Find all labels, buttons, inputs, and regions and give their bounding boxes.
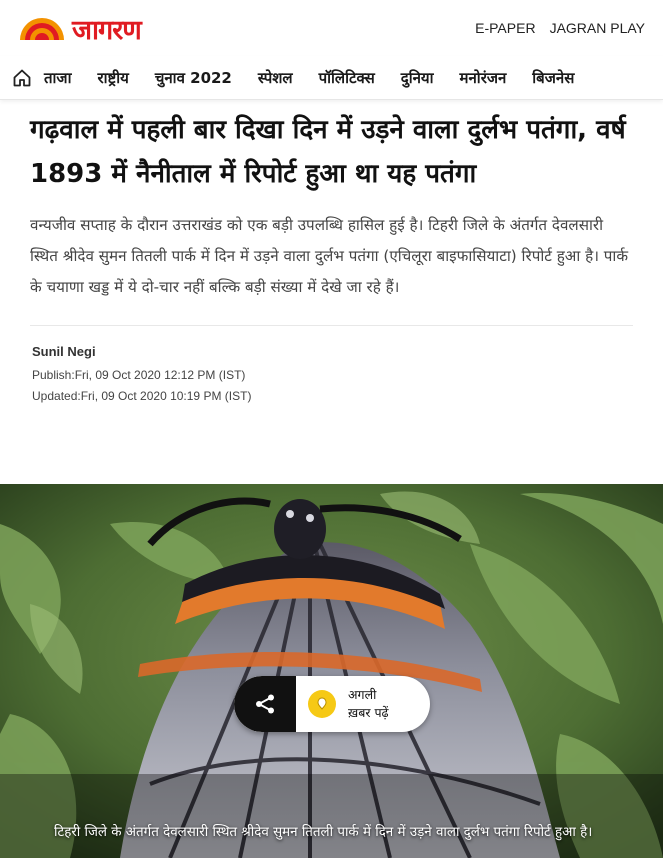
image-caption: टिहरी जिले के अंतर्गत देवलसारी स्थित श्र…: [54, 825, 593, 840]
share-button[interactable]: [234, 676, 296, 732]
nav-item-duniya[interactable]: दुनिया: [401, 68, 434, 88]
article-meta: Sunil Negi Publish:Fri, 09 Oct 2020 12:1…: [0, 326, 663, 407]
nav-item-rashtriya[interactable]: राष्ट्रीय: [97, 68, 128, 88]
next-article-icon: [308, 690, 336, 718]
article-headline: गढ़वाल में पहली बार दिखा दिन में उड़ने व…: [30, 115, 626, 189]
jagran-play-link[interactable]: JAGRAN PLAY: [550, 20, 645, 36]
floating-share-next-widget: अगली ख़बर पढ़ें: [234, 676, 430, 732]
nav-item-business[interactable]: बिजनेस: [532, 68, 574, 88]
next-article-button[interactable]: अगली ख़बर पढ़ें: [296, 686, 430, 722]
nav-item-chunav[interactable]: चुनाव 2022: [155, 68, 232, 88]
next-label-line2: ख़बर पढ़ें: [348, 705, 389, 720]
moth-photo: [0, 484, 663, 858]
logo-text: जागरण: [72, 14, 142, 46]
updated-date: Updated:Fri, 09 Oct 2020 10:19 PM (IST): [32, 389, 252, 403]
nav-item-politics[interactable]: पॉलिटिक्स: [319, 68, 375, 88]
home-icon[interactable]: [12, 67, 34, 89]
epaper-link[interactable]: E-PAPER: [475, 20, 535, 36]
author-name[interactable]: Sunil Negi: [32, 344, 631, 359]
jagran-logo[interactable]: जागरण: [16, 10, 142, 47]
logo-sun-icon: [20, 18, 64, 40]
next-article-label: अगली ख़बर पढ़ें: [348, 686, 389, 722]
article-summary: वन्यजीव सप्ताह के दौरान उत्तराखंड को एक …: [30, 210, 633, 326]
header-links: E-PAPER JAGRAN PLAY: [475, 20, 645, 36]
article-hero-image: टिहरी जिले के अंतर्गत देवलसारी स्थित श्र…: [0, 484, 663, 858]
share-icon: [256, 694, 274, 714]
next-label-line1: अगली: [348, 687, 377, 702]
site-header: जागरण E-PAPER JAGRAN PLAY: [0, 0, 663, 56]
main-nav: ताजा राष्ट्रीय चुनाव 2022 स्पेशल पॉलिटिक…: [0, 56, 663, 100]
nav-item-manoranjan[interactable]: मनोरंजन: [460, 68, 507, 88]
nav-item-special[interactable]: स्पेशल: [258, 68, 293, 88]
nav-item-taja[interactable]: ताजा: [44, 68, 71, 88]
publish-date: Publish:Fri, 09 Oct 2020 12:12 PM (IST): [32, 368, 246, 382]
